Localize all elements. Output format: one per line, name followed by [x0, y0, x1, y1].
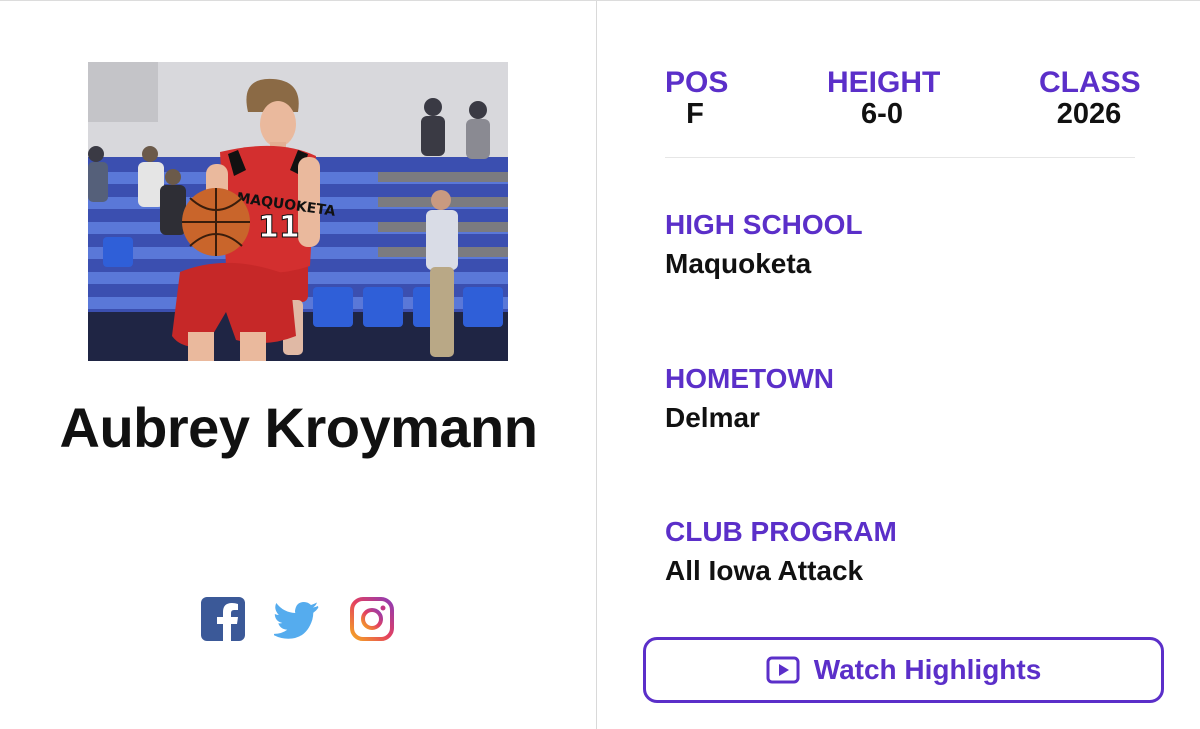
player-info-panel: POS F HEIGHT 6-0 CLASS 2026 HIGH SCHOOL … [598, 1, 1200, 729]
player-left-panel: MAQUOKETA 11 Aubrey Kroymann [0, 1, 597, 729]
stat-pos-label: POS [665, 66, 729, 99]
watch-highlights-button[interactable]: Watch Highlights [643, 637, 1164, 703]
stat-class-value: 2026 [1056, 98, 1122, 130]
svg-text:11: 11 [258, 210, 300, 245]
hometown-value: Delmar [665, 402, 760, 433]
stat-class: CLASS 2026 [1039, 66, 1141, 130]
watch-highlights-label: Watch Highlights [813, 654, 1042, 685]
stats-divider [665, 157, 1135, 158]
hometown-label: HOMETOWN [665, 363, 835, 394]
club-program-value: All Iowa Attack [665, 555, 864, 586]
stat-class-label: CLASS [1039, 66, 1141, 99]
stat-height-value: 6-0 [861, 98, 903, 130]
stat-height: HEIGHT 6-0 [827, 66, 941, 130]
player-name: Aubrey Kroymann [59, 396, 538, 459]
twitter-icon[interactable] [274, 596, 320, 642]
social-links [0, 596, 597, 644]
high-school-value: Maquoketa [665, 248, 812, 279]
player-card: MAQUOKETA 11 Aubrey Kroymann POS F HEIGH… [0, 0, 1200, 729]
info-high-school: HIGH SCHOOL Maquoketa [665, 209, 863, 281]
high-school-label: HIGH SCHOOL [665, 209, 863, 240]
play-icon [766, 656, 800, 684]
facebook-icon[interactable] [200, 596, 246, 642]
player-photo: MAQUOKETA 11 [88, 62, 508, 361]
stat-pos-value: F [686, 98, 704, 130]
instagram-icon[interactable] [349, 596, 395, 642]
club-program-label: CLUB PROGRAM [665, 516, 897, 547]
info-club-program: CLUB PROGRAM All Iowa Attack [665, 516, 897, 588]
info-hometown: HOMETOWN Delmar [665, 363, 834, 435]
stat-height-label: HEIGHT [827, 66, 941, 99]
stat-position: POS F [665, 66, 729, 130]
